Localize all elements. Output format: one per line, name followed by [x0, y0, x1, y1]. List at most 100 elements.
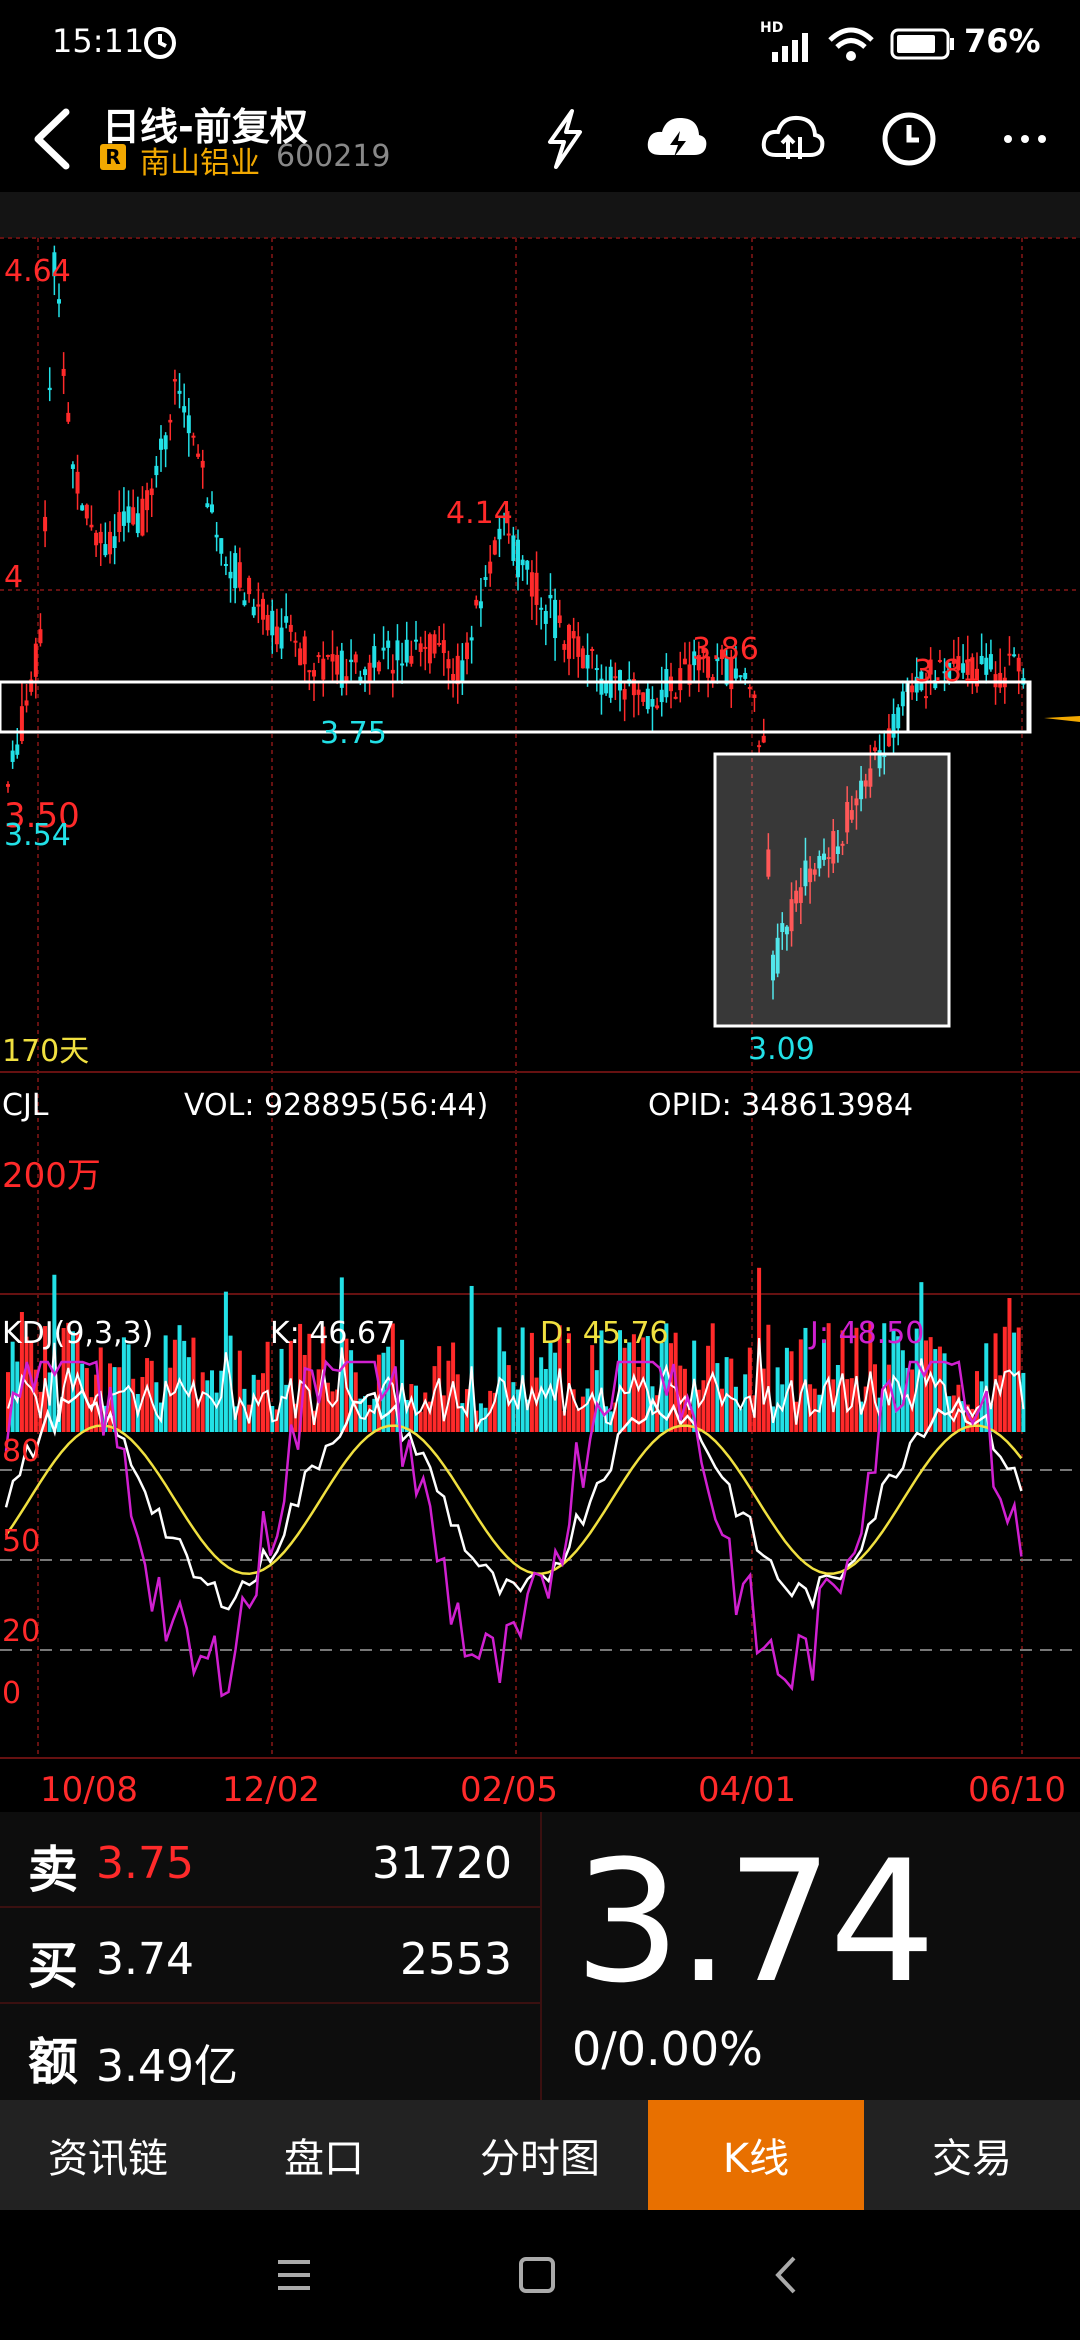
candle-body — [84, 504, 89, 519]
back-nav-icon[interactable] — [772, 2254, 798, 2296]
candle-body — [988, 654, 993, 670]
candle-body — [478, 601, 483, 609]
candle-body — [594, 668, 599, 671]
candle-body — [265, 614, 270, 631]
volume-bar — [1012, 1332, 1017, 1432]
buy-volume: 2553 — [400, 1934, 512, 1985]
amount-row: 额 3.49亿 — [0, 2004, 540, 2100]
cloud-sync-button[interactable] — [758, 104, 828, 174]
candle-body — [237, 562, 242, 588]
app-header: 日线-前复权 R 南山铝业 600219 — [0, 88, 1080, 192]
menu-icon[interactable] — [276, 2258, 312, 2292]
flash-button[interactable] — [530, 104, 600, 174]
kdj-d-value: D: 45.76 — [540, 1316, 669, 1351]
candle-body — [520, 559, 525, 566]
volume-bar — [200, 1372, 205, 1432]
volume-bar — [330, 1391, 335, 1432]
candle-body — [534, 572, 539, 605]
candle-body — [251, 606, 256, 616]
candle-body — [186, 415, 191, 434]
volume-bar — [543, 1368, 548, 1432]
cloud-flash-button[interactable] — [642, 104, 712, 174]
candle-body — [75, 471, 80, 494]
candle-body — [126, 506, 131, 523]
candle-body — [451, 674, 456, 681]
candle-body — [159, 438, 163, 450]
history-button[interactable] — [874, 104, 944, 174]
tab-kline[interactable]: K线 — [648, 2100, 864, 2210]
candle-body — [242, 600, 247, 606]
candle-body — [738, 675, 743, 678]
candle-body — [372, 646, 377, 668]
candle-body — [381, 647, 386, 651]
candle-body — [112, 536, 117, 549]
candle-body — [557, 615, 562, 624]
volume-bar — [928, 1337, 933, 1432]
candle-body — [10, 750, 15, 762]
more-button[interactable] — [990, 104, 1060, 174]
candle-body — [539, 607, 544, 610]
home-icon[interactable] — [518, 2256, 556, 2294]
volume-bar — [279, 1348, 284, 1432]
volume-bar — [1007, 1298, 1012, 1432]
candle-body — [19, 706, 24, 742]
kdj-k-value: K: 46.67 — [270, 1316, 396, 1351]
volume-bar — [483, 1407, 488, 1432]
volume-bar — [951, 1395, 956, 1432]
candle-body — [437, 642, 442, 645]
candle-body — [432, 634, 437, 654]
volume-bar — [423, 1392, 428, 1432]
candle-body — [655, 705, 660, 709]
candle-body — [678, 668, 683, 691]
candle-body — [15, 744, 20, 755]
candle-body — [279, 627, 284, 649]
tab-intraday[interactable]: 分时图 — [432, 2100, 648, 2210]
candle-body — [288, 624, 293, 632]
candle-body — [585, 654, 590, 669]
label-peak-414: 4.14 — [446, 496, 513, 531]
back-arrow-icon[interactable] — [24, 104, 80, 174]
stock-code: 600219 — [276, 139, 391, 174]
candle-body — [121, 511, 126, 526]
volume-bar — [261, 1373, 265, 1432]
candle-body — [441, 640, 446, 654]
candle-body — [896, 707, 901, 729]
status-time: 15:11 — [52, 22, 145, 60]
candle-body — [465, 642, 469, 660]
candle-body — [47, 387, 52, 391]
wifi-icon — [828, 27, 874, 61]
candle-body — [733, 668, 738, 679]
cloud-lightning-icon — [647, 117, 707, 157]
candle-body — [543, 610, 548, 624]
candle-body — [325, 654, 330, 657]
price-change: 0/0.00% — [572, 2022, 763, 2076]
date-label-3: 02/05 — [460, 1770, 558, 1810]
volume-bar — [469, 1285, 474, 1432]
label-peak-381: 3.81 — [914, 654, 981, 689]
tab-order-book[interactable]: 盘口 — [216, 2100, 432, 2210]
candle-body — [38, 629, 43, 644]
buy-price: 3.74 — [96, 1934, 194, 1985]
candle-body — [529, 572, 534, 597]
kline-chart[interactable] — [0, 192, 1080, 1812]
candle-body — [567, 624, 571, 659]
candle-body — [89, 524, 94, 528]
quote-divider — [540, 1812, 542, 2100]
tab-trade[interactable]: 交易 — [864, 2100, 1080, 2210]
candle-body — [24, 700, 29, 706]
volume-bar — [154, 1382, 159, 1432]
date-label-4: 04/01 — [698, 1770, 796, 1810]
system-nav-bar — [0, 2210, 1080, 2340]
candle-body — [580, 648, 585, 669]
candle-body — [270, 610, 275, 636]
bottom-tab-bar: 资讯链 盘口 分时图 K线 交易 — [0, 2100, 1080, 2210]
volume-bar — [117, 1367, 122, 1432]
volume-bar — [733, 1386, 738, 1432]
kdj-panel-name: KDJ(9,3,3) — [2, 1316, 154, 1351]
volume-bar — [766, 1324, 771, 1432]
volume-value: VOL: 928895(56:44) — [184, 1088, 489, 1123]
tab-news-chain[interactable]: 资讯链 — [0, 2100, 216, 2210]
candle-body — [149, 488, 154, 496]
candle-body — [511, 535, 516, 561]
date-label-2: 12/02 — [222, 1770, 320, 1810]
